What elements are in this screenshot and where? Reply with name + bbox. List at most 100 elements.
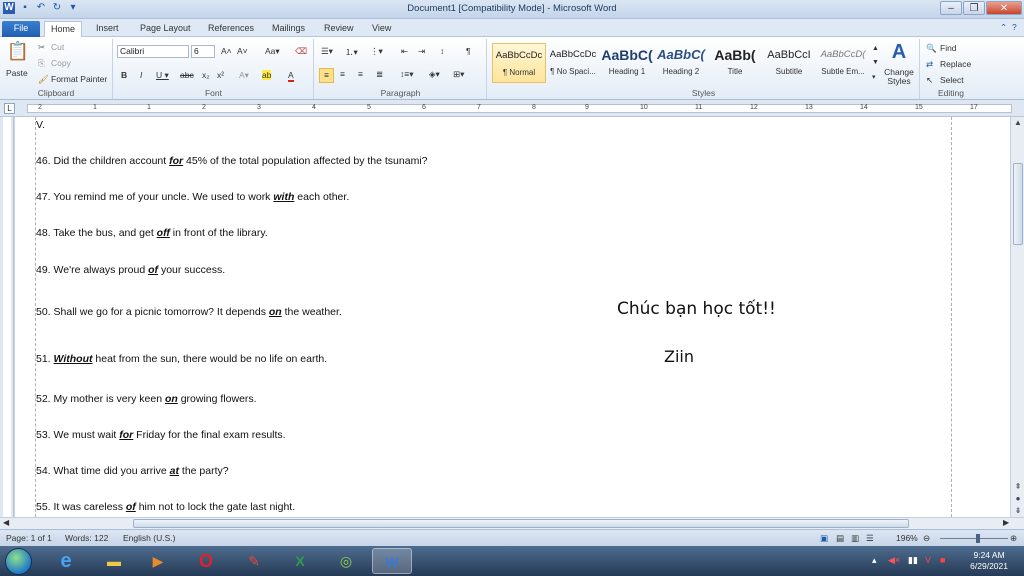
- start-button[interactable]: [5, 548, 32, 575]
- document-page[interactable]: V. 46. Did the children account for 45% …: [15, 117, 1010, 517]
- tab-selector-icon[interactable]: L: [4, 103, 15, 114]
- antivirus-icon[interactable]: V: [925, 555, 931, 565]
- change-case-icon[interactable]: Aa▾: [265, 46, 280, 57]
- copy-button[interactable]: Copy: [51, 58, 71, 68]
- center-icon[interactable]: ≡: [340, 69, 345, 79]
- change-styles-button[interactable]: Change Styles: [884, 68, 914, 86]
- styles-scroll-down-icon[interactable]: ▼: [872, 59, 879, 66]
- select-icon[interactable]: ↖: [926, 75, 933, 86]
- zoom-in-icon[interactable]: ⊕: [1010, 533, 1017, 544]
- excel-icon[interactable]: X: [280, 548, 320, 574]
- tab-home[interactable]: Home: [44, 21, 83, 37]
- paint-icon[interactable]: ✎: [234, 548, 274, 574]
- style-subtitle[interactable]: AaBbCcI Subtitle: [762, 43, 816, 83]
- replace-icon[interactable]: ⇄: [926, 59, 933, 70]
- shading-icon[interactable]: ◈▾: [429, 69, 440, 80]
- styles-scroll-up-icon[interactable]: ▲: [872, 45, 879, 52]
- print-layout-icon[interactable]: ▣: [820, 533, 828, 544]
- decrease-indent-icon[interactable]: ⇤: [401, 46, 408, 57]
- grow-font-icon[interactable]: A˄: [221, 46, 232, 56]
- change-styles-icon[interactable]: A: [886, 41, 912, 64]
- zoom-out-icon[interactable]: ⊖: [923, 533, 930, 544]
- format-painter-icon[interactable]: 🖌: [38, 74, 49, 85]
- word-count[interactable]: Words: 122: [65, 533, 108, 543]
- horizontal-ruler[interactable]: L 1 2 1 2 3 4 5 6 7 8 9 10 11 12 13 14 1…: [0, 100, 1024, 117]
- align-right-icon[interactable]: ≡: [358, 69, 363, 79]
- word-taskbar-icon[interactable]: W: [372, 548, 412, 574]
- close-button[interactable]: ✕: [986, 1, 1022, 15]
- show-formatting-icon[interactable]: ¶: [466, 46, 471, 56]
- numbering-icon[interactable]: ⒈▾: [345, 46, 358, 58]
- style-subtle-emphasis[interactable]: AaBbCcD( Subtle Em...: [816, 43, 870, 83]
- find-icon[interactable]: 🔍: [926, 43, 937, 54]
- font-size-box[interactable]: 6: [191, 45, 215, 58]
- copy-icon[interactable]: ⎘: [38, 58, 45, 69]
- cut-icon[interactable]: ✂: [38, 42, 45, 53]
- clock[interactable]: 9:24 AM 6/29/2021: [970, 550, 1008, 572]
- italic-icon[interactable]: I: [140, 70, 142, 80]
- language-indicator[interactable]: English (U.S.): [123, 533, 175, 543]
- show-hidden-icons-icon[interactable]: ▴: [872, 555, 877, 566]
- web-layout-icon[interactable]: ▥: [851, 533, 859, 544]
- outline-view-icon[interactable]: ☰: [866, 533, 874, 544]
- scroll-up-icon[interactable]: ▲: [1011, 117, 1024, 129]
- tab-review[interactable]: Review: [318, 21, 360, 37]
- styles-more-icon[interactable]: ▾: [872, 73, 876, 81]
- zoom-slider-handle[interactable]: [976, 534, 980, 543]
- shrink-font-icon[interactable]: A˅: [237, 46, 248, 56]
- internet-explorer-icon[interactable]: e: [46, 548, 86, 574]
- bold-icon[interactable]: B: [121, 70, 127, 80]
- highlight-icon[interactable]: ab: [262, 70, 272, 80]
- help-icon[interactable]: ?: [1012, 22, 1017, 32]
- style-no-spacing[interactable]: AaBbCcDc ¶ No Spaci...: [546, 43, 600, 83]
- format-painter-button[interactable]: Format Painter: [51, 74, 107, 84]
- text-effects-icon[interactable]: A▾: [239, 70, 249, 81]
- tab-mailings[interactable]: Mailings: [266, 21, 311, 37]
- cut-button[interactable]: Cut: [51, 42, 64, 52]
- tab-references[interactable]: References: [202, 21, 260, 37]
- line-spacing-icon[interactable]: ↕≡▾: [400, 69, 413, 80]
- tab-insert[interactable]: Insert: [90, 21, 125, 37]
- select-button[interactable]: Select: [940, 75, 964, 85]
- full-screen-reading-icon[interactable]: ▤: [836, 533, 844, 544]
- previous-page-icon[interactable]: ⇞: [1011, 481, 1024, 493]
- scroll-right-icon[interactable]: ▶: [1003, 518, 1009, 527]
- strikethrough-icon[interactable]: abc: [180, 70, 194, 80]
- font-name-box[interactable]: Calibri: [117, 45, 189, 58]
- multilevel-list-icon[interactable]: ⋮▾: [370, 46, 383, 57]
- notification-icon[interactable]: ■: [940, 555, 945, 565]
- align-left-icon[interactable]: ≡: [319, 68, 334, 83]
- bullets-icon[interactable]: ☰▾: [321, 46, 333, 57]
- style-normal[interactable]: AaBbCcDc ¶ Normal: [492, 43, 546, 83]
- subscript-icon[interactable]: x₂: [202, 70, 210, 80]
- sort-icon[interactable]: ↕: [440, 46, 444, 56]
- next-page-icon[interactable]: ⇟: [1011, 505, 1024, 517]
- style-title[interactable]: AaBb( Title: [708, 43, 762, 83]
- browse-object-icon[interactable]: ●: [1011, 493, 1024, 505]
- tab-page-layout[interactable]: Page Layout: [134, 21, 197, 37]
- zoom-slider[interactable]: [940, 538, 1008, 539]
- media-player-icon[interactable]: ▶: [138, 548, 178, 574]
- tab-file[interactable]: File: [2, 21, 40, 37]
- page-count[interactable]: Page: 1 of 1: [6, 533, 52, 543]
- zoom-level[interactable]: 196%: [896, 533, 918, 543]
- horizontal-scrollbar[interactable]: ◀ ▶: [0, 517, 1024, 529]
- app-icon[interactable]: ◎: [326, 548, 366, 574]
- clear-formatting-icon[interactable]: ⌫: [295, 46, 307, 57]
- borders-icon[interactable]: ⊞▾: [453, 69, 464, 80]
- superscript-icon[interactable]: x²: [217, 70, 224, 80]
- scroll-left-icon[interactable]: ◀: [3, 518, 9, 527]
- vertical-scrollbar[interactable]: ▲ ⇞ ● ⇟: [1010, 117, 1024, 517]
- minimize-ribbon-icon[interactable]: ⌃: [1000, 22, 1007, 33]
- underline-icon[interactable]: U ▾: [156, 70, 169, 81]
- horizontal-scroll-thumb[interactable]: [133, 519, 909, 528]
- vertical-ruler[interactable]: [0, 117, 14, 517]
- increase-indent-icon[interactable]: ⇥: [418, 46, 425, 57]
- opera-icon[interactable]: O: [186, 548, 226, 574]
- style-heading-2[interactable]: AaBbC( Heading 2: [654, 43, 708, 83]
- paste-button[interactable]: Paste: [6, 68, 28, 78]
- replace-button[interactable]: Replace: [940, 59, 971, 69]
- tab-view[interactable]: View: [366, 21, 397, 37]
- volume-icon[interactable]: ◀×: [888, 555, 900, 566]
- style-heading-1[interactable]: AaBbC( Heading 1: [600, 43, 654, 83]
